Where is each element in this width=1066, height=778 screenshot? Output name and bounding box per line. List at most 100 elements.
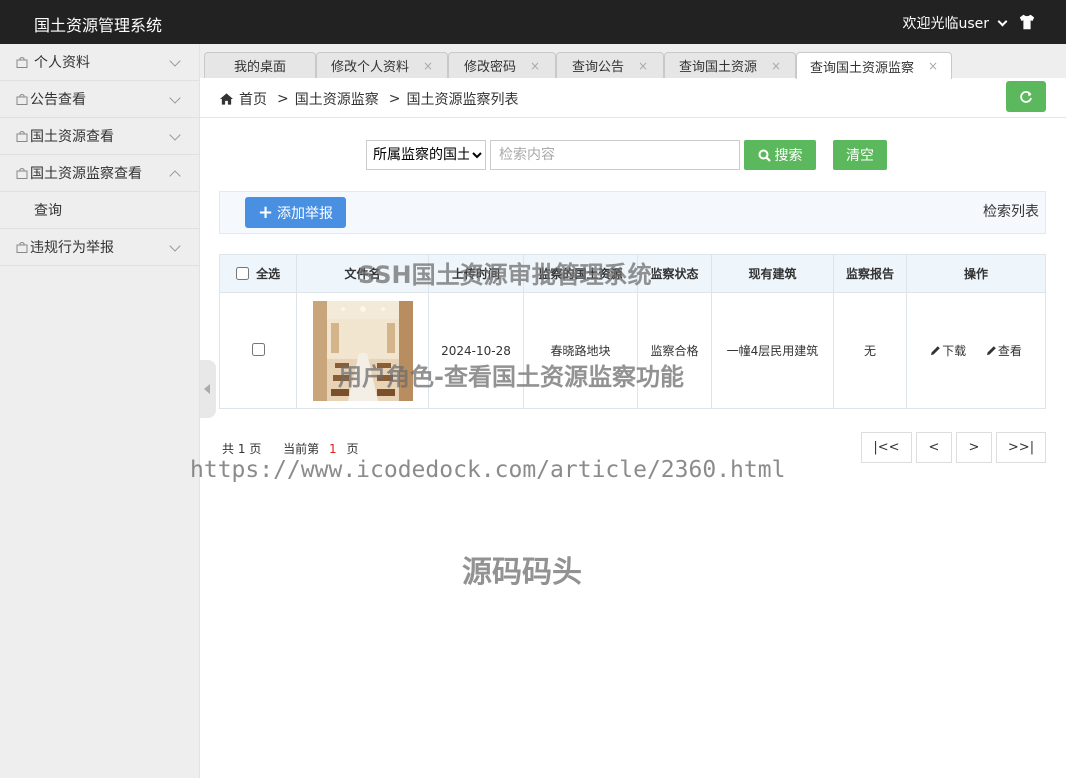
tab-label: 修改密码 — [463, 60, 516, 75]
breadcrumb-separator: > — [388, 91, 401, 107]
first-page-button[interactable]: |<< — [861, 432, 912, 463]
column-header: 监察报告 — [833, 254, 907, 293]
prev-page-button[interactable]: < — [916, 432, 952, 463]
breadcrumb-home[interactable]: 首页 — [239, 89, 267, 109]
watermark-url: https://www.icodedock.com/article/2360.h… — [190, 457, 786, 483]
search-button[interactable]: 搜索 — [744, 140, 816, 170]
tab-notices[interactable]: 查询公告 × — [556, 52, 664, 78]
close-icon[interactable]: × — [638, 59, 648, 73]
tab-label: 修改个人资料 — [330, 60, 409, 75]
tab-change-password[interactable]: 修改密码 × — [448, 52, 556, 78]
sidebar-item-profile[interactable]: 个人资料 — [0, 44, 199, 81]
tab-label: 查询国土资源 — [678, 60, 757, 75]
sidebar-item-label: 公告查看 — [30, 92, 86, 108]
tab-label: 我的桌面 — [233, 60, 286, 75]
tab-label: 查询公告 — [571, 60, 624, 75]
close-icon[interactable]: × — [423, 59, 433, 73]
search-field-select[interactable]: 所属监察的国土 — [366, 140, 486, 170]
page-unit: 页 — [346, 442, 359, 456]
chevron-up-icon — [169, 170, 181, 182]
select-all-header[interactable]: 全选 — [219, 254, 297, 293]
report-cell: 无 — [833, 292, 907, 409]
column-header: 全选 — [256, 267, 281, 281]
pencil-icon — [930, 346, 940, 356]
sidebar: 个人资料 公告查看 国土资源查看 国土资源监察查看 查询 违规行为举报 — [0, 44, 200, 778]
home-icon — [220, 93, 233, 105]
bag-icon — [16, 131, 28, 142]
tab-inspection[interactable]: 查询国土资源监察 × — [796, 52, 952, 79]
current-prefix: 当前第 — [283, 442, 320, 456]
sidebar-item-notice[interactable]: 公告查看 — [0, 81, 199, 118]
select-all-checkbox[interactable] — [235, 267, 249, 280]
tab-land[interactable]: 查询国土资源 × — [664, 52, 796, 78]
column-header: 监察状态 — [637, 254, 712, 293]
list-toolbar: + 添加举报 检索列表 — [219, 191, 1046, 234]
refresh-icon — [1020, 90, 1032, 103]
clear-button-label: 清空 — [846, 148, 874, 164]
list-title: 检索列表 — [983, 204, 1039, 220]
status-cell: 监察合格 — [637, 292, 712, 409]
file-thumbnail-cell — [296, 292, 429, 409]
add-report-label: 添加举报 — [277, 205, 334, 222]
search-input[interactable] — [490, 140, 740, 170]
tab-desktop[interactable]: 我的桌面 — [204, 52, 316, 78]
top-header: 国土资源管理系统 欢迎光临user — [0, 0, 1066, 44]
sidebar-item-inspection[interactable]: 国土资源监察查看 — [0, 155, 199, 192]
bag-icon — [16, 242, 28, 253]
upload-time-cell: 2024-10-28 — [428, 292, 524, 409]
view-label: 查看 — [997, 344, 1022, 358]
breadcrumb-level1[interactable]: 国土资源监察 — [295, 89, 379, 109]
sidebar-item-report[interactable]: 违规行为举报 — [0, 229, 199, 266]
close-icon[interactable]: × — [530, 59, 540, 73]
row-select-cell — [219, 292, 297, 409]
close-icon[interactable]: × — [928, 59, 938, 73]
chevron-down-icon — [169, 55, 181, 67]
page-unit: 页 — [249, 442, 262, 456]
sidebar-item-label: 个人资料 — [34, 55, 90, 71]
view-link[interactable]: 查看 — [986, 342, 1022, 359]
total-prefix: 共 — [222, 442, 235, 456]
inspection-table: 全选 文件名 上传时间 监察的国土资源 监察状态 现有建筑 监察报告 操作 20… — [219, 254, 1046, 409]
app-title: 国土资源管理系统 — [34, 16, 163, 35]
tab-bar: 我的桌面 修改个人资料 × 修改密码 × 查询公告 × 查询国土资源 × 查询国… — [200, 44, 1066, 79]
chevron-down-icon — [997, 16, 1008, 26]
sidebar-collapse-handle[interactable] — [200, 360, 216, 418]
table-row: 2024-10-28 春晓路地块 监察合格 一幢4层民用建筑 无 下载 查看 — [219, 292, 1046, 409]
tab-label: 查询国土资源监察 — [809, 60, 914, 76]
sidebar-item-label: 国土资源监察查看 — [30, 166, 142, 182]
clear-button[interactable]: 清空 — [833, 140, 887, 170]
sidebar-item-land[interactable]: 国土资源查看 — [0, 118, 199, 155]
last-page-button[interactable]: >>| — [996, 432, 1046, 463]
chevron-down-icon — [169, 240, 181, 252]
file-thumbnail[interactable] — [312, 300, 413, 401]
land-cell: 春晓路地块 — [523, 292, 638, 409]
sidebar-subitem-query[interactable]: 查询 — [0, 192, 199, 229]
column-header: 操作 — [906, 254, 1046, 293]
breadcrumb-level2: 国土资源监察列表 — [406, 92, 519, 108]
total-pages: 1 — [237, 442, 246, 456]
close-icon[interactable]: × — [771, 59, 781, 73]
bag-icon — [16, 168, 28, 179]
column-header: 上传时间 — [428, 254, 524, 293]
bag-icon — [16, 57, 28, 68]
next-page-button[interactable]: > — [956, 432, 992, 463]
row-checkbox[interactable] — [251, 342, 265, 356]
page-info: 共 1 页 当前第 1 页 — [222, 440, 358, 457]
shirt-icon[interactable] — [1018, 13, 1036, 31]
search-icon — [758, 149, 771, 162]
table-header-row: 全选 文件名 上传时间 监察的国土资源 监察状态 现有建筑 监察报告 操作 — [219, 254, 1046, 293]
refresh-button[interactable] — [1006, 81, 1046, 112]
breadcrumb: 首页 > 国土资源监察 > 国土资源监察列表 — [200, 78, 1066, 118]
column-header: 监察的国土资源 — [523, 254, 638, 293]
current-page: 1 — [329, 442, 337, 456]
user-menu[interactable]: 欢迎光临user — [902, 13, 1008, 33]
sidebar-item-label: 违规行为举报 — [30, 240, 114, 256]
building-cell: 一幢4层民用建筑 — [711, 292, 834, 409]
add-report-button[interactable]: + 添加举报 — [245, 197, 346, 228]
column-header: 文件名 — [296, 254, 429, 293]
download-link[interactable]: 下载 — [930, 342, 966, 359]
pencil-icon — [986, 346, 996, 356]
tab-edit-profile[interactable]: 修改个人资料 × — [316, 52, 448, 78]
bag-icon — [16, 94, 28, 105]
actions-cell: 下载 查看 — [906, 292, 1046, 409]
